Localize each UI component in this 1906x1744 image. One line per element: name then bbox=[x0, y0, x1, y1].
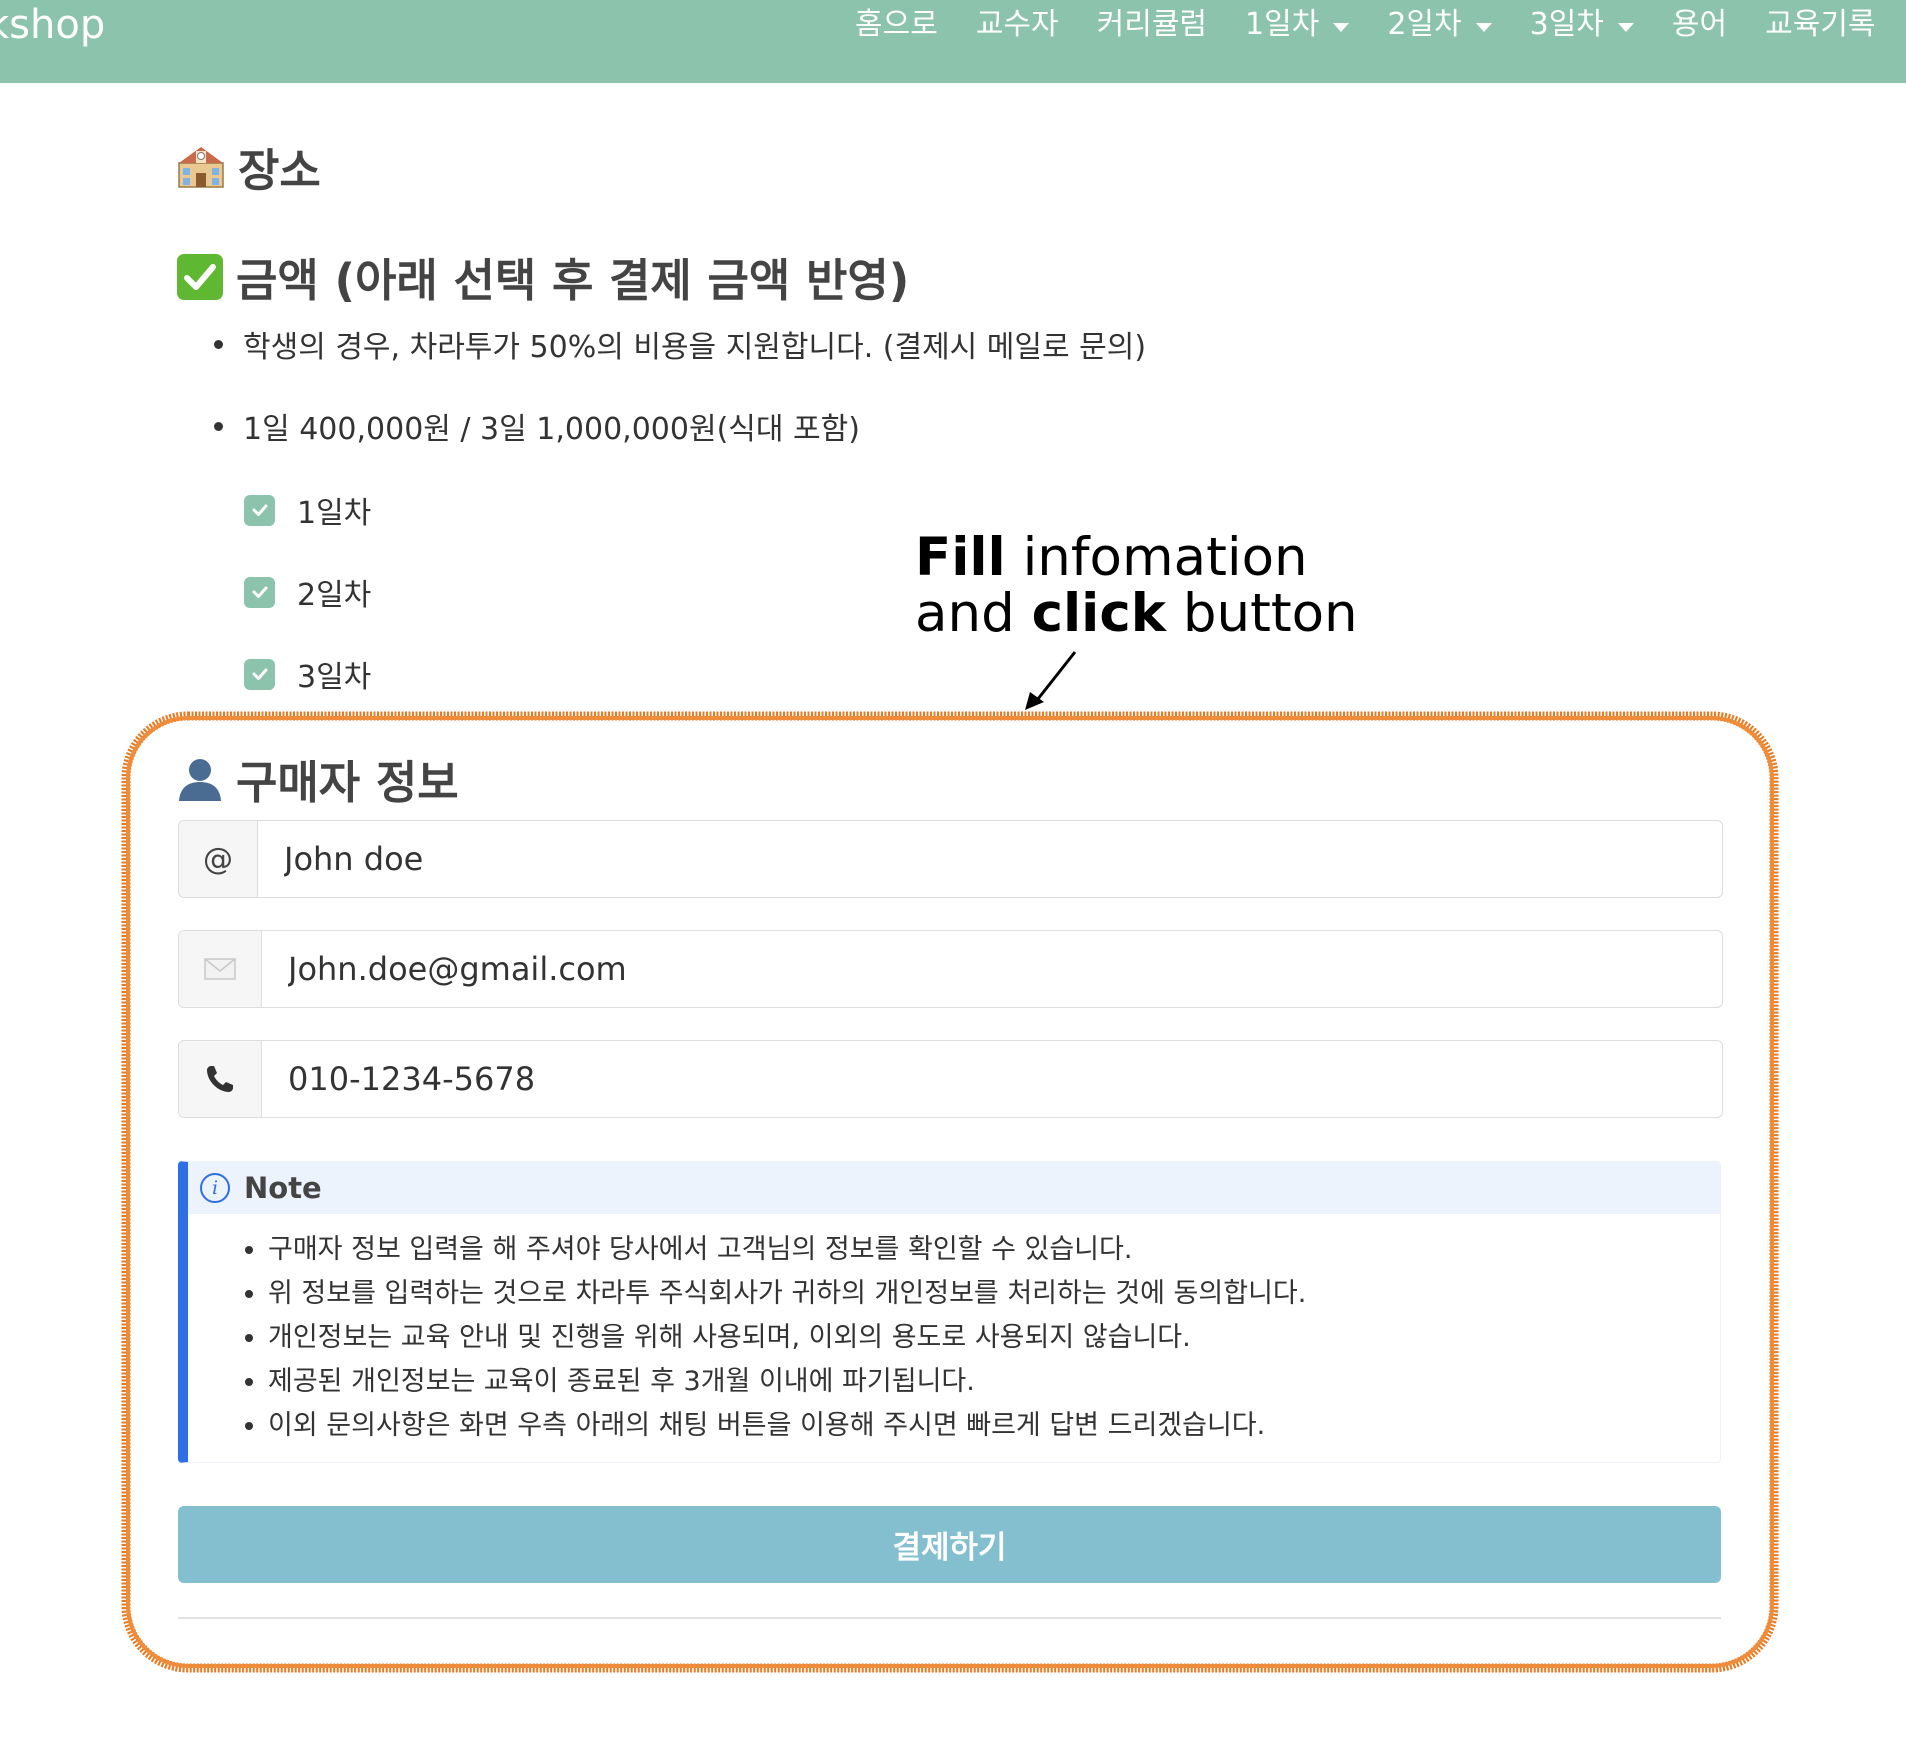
nav-item-records[interactable]: 교육기록 bbox=[1765, 0, 1875, 50]
name-input[interactable] bbox=[258, 821, 1722, 897]
caret-down-icon bbox=[1333, 22, 1350, 32]
envelope-icon bbox=[179, 931, 262, 1007]
list-item: 개인정보는 교육 안내 및 진행을 위해 사용되며, 이외의 용도로 사용되지 … bbox=[268, 1316, 1720, 1360]
nav-item-day2[interactable]: 2일차 bbox=[1387, 0, 1492, 50]
check-mark-icon bbox=[176, 253, 224, 301]
note-header: i Note bbox=[188, 1162, 1720, 1214]
buyer-heading: 구매자 정보 bbox=[176, 746, 459, 811]
brand-logo[interactable]: kshop bbox=[0, 0, 105, 50]
nav-item-glossary[interactable]: 용어 bbox=[1672, 0, 1727, 50]
list-item: 학생의 경우, 차라투가 50%의 비용을 지원합니다. (결제시 메일로 문의… bbox=[214, 322, 1146, 366]
top-navbar: kshop 홈으로 교수자 커리큘럼 1일차 2일차 3일차 용어 교육기록 bbox=[0, 0, 1906, 83]
nav-item-instructor[interactable]: 교수자 bbox=[976, 0, 1059, 50]
school-building-icon bbox=[176, 145, 226, 189]
note-callout: i Note 구매자 정보 입력을 해 주셔야 당사에서 고객님의 정보를 확인… bbox=[178, 1161, 1721, 1463]
phone-icon bbox=[179, 1041, 262, 1117]
checkmark-icon bbox=[252, 586, 267, 598]
email-field bbox=[178, 930, 1723, 1008]
caret-down-icon bbox=[1617, 22, 1634, 32]
list-item: 위 정보를 입력하는 것으로 차라투 주식회사가 귀하의 개인정보를 처리하는 … bbox=[268, 1272, 1720, 1316]
list-item: 제공된 개인정보는 교육이 종료된 후 3개월 이내에 파기됩니다. bbox=[268, 1360, 1720, 1404]
day1-option[interactable]: 1일차 bbox=[244, 488, 371, 532]
list-item: 구매자 정보 입력을 해 주셔야 당사에서 고객님의 정보를 확인할 수 있습니… bbox=[268, 1228, 1720, 1272]
checkmark-icon bbox=[252, 504, 267, 516]
divider bbox=[178, 1617, 1721, 1619]
nav-item-day3[interactable]: 3일차 bbox=[1530, 0, 1634, 50]
caret-down-icon bbox=[1475, 22, 1492, 32]
checkmark-icon bbox=[252, 668, 267, 680]
list-item: 1일 400,000원 / 3일 1,000,000원(식대 포함) bbox=[214, 404, 860, 448]
annotation-text: Fill infomation and click button bbox=[915, 527, 1358, 644]
day2-checkbox[interactable] bbox=[244, 576, 275, 608]
phone-input[interactable] bbox=[262, 1041, 1722, 1117]
nav-item-day1[interactable]: 1일차 bbox=[1245, 0, 1350, 50]
at-sign-icon: @ bbox=[179, 821, 258, 897]
nav-menu: 홈으로 교수자 커리큘럼 1일차 2일차 3일차 용어 교육기록 bbox=[855, 0, 1906, 50]
day3-checkbox[interactable] bbox=[244, 658, 275, 690]
person-icon bbox=[176, 755, 224, 803]
nav-item-home[interactable]: 홈으로 bbox=[855, 0, 938, 50]
phone-field bbox=[178, 1040, 1723, 1118]
annotation-arrow-icon bbox=[1025, 651, 1077, 710]
price-heading: 금액 (아래 선택 후 결제 금액 반영) bbox=[176, 244, 909, 309]
note-list: 구매자 정보 입력을 해 주셔야 당사에서 고객님의 정보를 확인할 수 있습니… bbox=[188, 1228, 1720, 1448]
day3-option[interactable]: 3일차 bbox=[244, 652, 371, 696]
name-field: @ bbox=[178, 820, 1723, 898]
pay-button[interactable]: 결제하기 bbox=[178, 1506, 1721, 1583]
email-input[interactable] bbox=[262, 931, 1722, 1007]
list-item: 이외 문의사항은 화면 우측 아래의 채팅 버튼을 이용해 주시면 빠르게 답변… bbox=[268, 1404, 1720, 1448]
day2-option[interactable]: 2일차 bbox=[244, 570, 371, 614]
day1-checkbox[interactable] bbox=[244, 494, 275, 526]
location-heading: 장소 bbox=[176, 134, 321, 199]
nav-item-curriculum[interactable]: 커리큘럼 bbox=[1097, 0, 1207, 50]
info-icon: i bbox=[200, 1173, 230, 1203]
